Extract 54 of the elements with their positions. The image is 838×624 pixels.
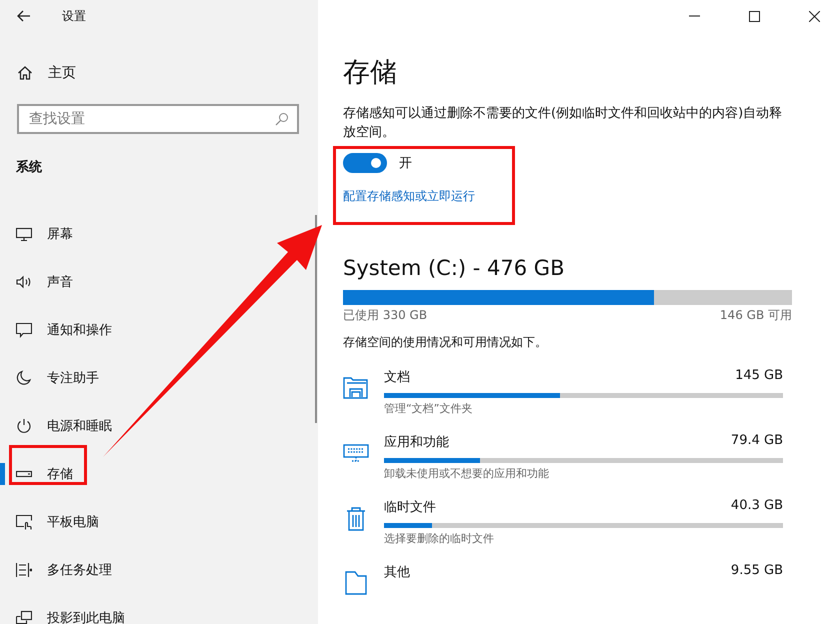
monitor-icon [16,226,32,242]
toggle-label: 开 [399,155,412,172]
search-field[interactable]: 查找设置 [17,104,299,134]
storage-category[interactable]: 应用和功能 79.4 GB 卸载未使用或不想要的应用和功能 [343,433,783,481]
free-space-text: 146 GB 可用 [720,307,792,324]
category-size: 9.55 GB [730,563,783,580]
moon-icon [16,370,32,386]
toggle-switch[interactable] [343,153,387,173]
speaker-icon [16,274,32,290]
search-input[interactable]: 查找设置 [27,110,275,128]
sidebar-item[interactable]: 通知和操作 [16,318,112,342]
sidebar-item[interactable]: 平板电脑 [16,510,99,534]
page-title: 存储 [343,56,398,90]
projector-icon [16,610,32,624]
category-name: 临时文件 [384,499,436,517]
maximize-icon[interactable] [749,10,760,22]
description-text: 存储感知可以通过删除不需要的文件(例如临时文件和回收站中的内容)自动释放空间。 [343,105,783,142]
used-space-text: 已使用 330 GB [343,307,428,324]
section-heading: 系统 [15,158,43,176]
minimize-icon[interactable] [689,15,700,17]
sidebar-item[interactable]: 屏幕 [16,222,73,246]
sidebar-item[interactable]: 存储 [16,462,73,486]
back-arrow-icon[interactable] [17,10,31,22]
speech-bubble-icon [16,322,32,338]
multitask-icon [16,562,32,578]
category-size: 40.3 GB [730,498,783,515]
storage-category[interactable]: 临时文件 40.3 GB 选择要删除的临时文件 [343,498,783,546]
home-icon [17,65,33,81]
window-title: 设置 [62,8,86,24]
sidebar-item[interactable]: 多任务处理 [16,558,112,582]
drive-heading: System (C:) - 476 GB [343,256,566,280]
category-caption: 卸载未使用或不想要的应用和功能 [384,466,550,481]
category-caption: 选择要删除的临时文件 [384,531,495,546]
close-icon[interactable] [809,10,820,22]
home-link[interactable]: 主页 [0,57,318,89]
document-icon [343,570,369,596]
category-caption: 管理“文档”文件夹 [384,401,474,416]
category-size: 79.4 GB [730,433,783,450]
storage-category[interactable]: 文档 145 GB 管理“文档”文件夹 [343,368,783,416]
sidebar-item[interactable]: 声音 [16,270,73,294]
category-name: 应用和功能 [384,434,449,452]
sidebar-item[interactable]: 专注助手 [16,366,99,390]
storage-category[interactable]: 其他 9.55 GB [343,563,783,596]
category-name: 其他 [384,564,410,582]
category-size: 145 GB [735,368,783,385]
sidebar-item[interactable]: 投影到此电脑 [16,606,125,624]
power-icon [16,418,32,434]
category-name: 文档 [384,369,410,387]
settings-link[interactable]: 配置存储感知或立即运行 [343,188,475,205]
sidebar-item[interactable]: 电源和睡眠 [16,414,112,438]
summary-text: 存储空间的使用情况和可用情况如下。 [343,334,548,351]
tablet-icon [16,514,32,530]
search-icon [275,112,289,126]
folder-icon [343,375,369,401]
